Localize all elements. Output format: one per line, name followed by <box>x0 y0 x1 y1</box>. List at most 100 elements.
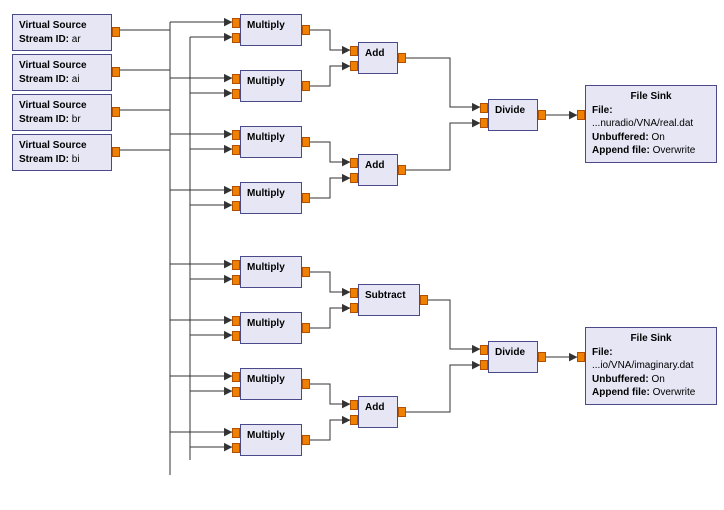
file-label: File: <box>592 347 613 358</box>
stream-id-value: ai <box>72 74 80 85</box>
unbuffered-value: On <box>651 374 664 385</box>
port-in[interactable] <box>232 387 240 397</box>
port-in[interactable] <box>232 186 240 196</box>
port-out[interactable] <box>112 67 120 77</box>
port-in[interactable] <box>350 61 358 71</box>
block-title: Multiply <box>247 187 295 201</box>
port-out[interactable] <box>538 110 546 120</box>
block-title: Multiply <box>247 261 295 275</box>
block-title: Subtract <box>365 289 413 303</box>
multiply-block[interactable]: Multiply <box>240 70 302 102</box>
port-in[interactable] <box>232 316 240 326</box>
port-out[interactable] <box>398 407 406 417</box>
block-title: Divide <box>495 104 531 118</box>
port-in[interactable] <box>350 158 358 168</box>
add-block[interactable]: Add <box>358 396 398 428</box>
block-title: Multiply <box>247 75 295 89</box>
port-out[interactable] <box>302 379 310 389</box>
port-in[interactable] <box>350 415 358 425</box>
append-label: Append file: <box>592 145 650 156</box>
port-out[interactable] <box>302 267 310 277</box>
virtual-source-bi[interactable]: Virtual Source Stream ID: bi <box>12 134 112 171</box>
block-title: Divide <box>495 346 531 360</box>
virtual-source-ai[interactable]: Virtual Source Stream ID: ai <box>12 54 112 91</box>
multiply-block[interactable]: Multiply <box>240 256 302 288</box>
stream-id-value: ar <box>72 34 81 45</box>
block-title: Multiply <box>247 429 295 443</box>
port-in[interactable] <box>232 443 240 453</box>
block-title: Add <box>365 159 391 173</box>
port-in[interactable] <box>480 360 488 370</box>
multiply-block[interactable]: Multiply <box>240 368 302 400</box>
port-in[interactable] <box>232 201 240 211</box>
add-block[interactable]: Add <box>358 154 398 186</box>
port-in[interactable] <box>480 103 488 113</box>
port-out[interactable] <box>302 435 310 445</box>
port-in[interactable] <box>232 260 240 270</box>
block-title: Virtual Source <box>19 99 105 113</box>
port-in[interactable] <box>350 288 358 298</box>
port-in[interactable] <box>350 400 358 410</box>
port-out[interactable] <box>420 295 428 305</box>
port-out[interactable] <box>302 193 310 203</box>
port-in[interactable] <box>350 46 358 56</box>
multiply-block[interactable]: Multiply <box>240 182 302 214</box>
stream-id-label: Stream ID: <box>19 154 69 165</box>
multiply-block[interactable]: Multiply <box>240 14 302 46</box>
port-out[interactable] <box>112 27 120 37</box>
divide-block[interactable]: Divide <box>488 99 538 131</box>
block-title: Multiply <box>247 373 295 387</box>
port-out[interactable] <box>112 107 120 117</box>
port-out[interactable] <box>538 352 546 362</box>
port-in[interactable] <box>232 130 240 140</box>
port-in[interactable] <box>232 428 240 438</box>
port-in[interactable] <box>577 110 585 120</box>
append-value: Overwrite <box>653 387 696 398</box>
subtract-block[interactable]: Subtract <box>358 284 420 316</box>
block-title: Virtual Source <box>19 19 105 33</box>
port-out[interactable] <box>398 165 406 175</box>
port-out[interactable] <box>302 137 310 147</box>
port-out[interactable] <box>302 323 310 333</box>
port-in[interactable] <box>480 345 488 355</box>
add-block[interactable]: Add <box>358 42 398 74</box>
file-label: File: <box>592 105 613 116</box>
block-title: Add <box>365 47 391 61</box>
block-title: Multiply <box>247 131 295 145</box>
port-in[interactable] <box>232 33 240 43</box>
block-title: Multiply <box>247 19 295 33</box>
multiply-block[interactable]: Multiply <box>240 126 302 158</box>
stream-id-label: Stream ID: <box>19 74 69 85</box>
multiply-block[interactable]: Multiply <box>240 424 302 456</box>
port-in[interactable] <box>350 303 358 313</box>
multiply-block[interactable]: Multiply <box>240 312 302 344</box>
port-in[interactable] <box>577 352 585 362</box>
stream-id-label: Stream ID: <box>19 34 69 45</box>
port-in[interactable] <box>350 173 358 183</box>
port-out[interactable] <box>302 81 310 91</box>
port-in[interactable] <box>232 275 240 285</box>
port-in[interactable] <box>480 118 488 128</box>
block-title: Add <box>365 401 391 415</box>
port-in[interactable] <box>232 18 240 28</box>
file-value: ...io/VNA/imaginary.dat <box>592 360 694 371</box>
virtual-source-ar[interactable]: Virtual Source Stream ID: ar <box>12 14 112 51</box>
block-title: Virtual Source <box>19 139 105 153</box>
port-out[interactable] <box>398 53 406 63</box>
port-in[interactable] <box>232 331 240 341</box>
port-in[interactable] <box>232 372 240 382</box>
port-in[interactable] <box>232 145 240 155</box>
file-sink-real[interactable]: File Sink File: ...nuradio/VNA/real.dat … <box>585 85 717 163</box>
stream-id-value: bi <box>72 154 80 165</box>
virtual-source-br[interactable]: Virtual Source Stream ID: br <box>12 94 112 131</box>
port-in[interactable] <box>232 89 240 99</box>
port-out[interactable] <box>112 147 120 157</box>
port-in[interactable] <box>232 74 240 84</box>
unbuffered-value: On <box>651 132 664 143</box>
port-out[interactable] <box>302 25 310 35</box>
block-title: File Sink <box>592 90 710 104</box>
file-sink-imaginary[interactable]: File Sink File: ...io/VNA/imaginary.dat … <box>585 327 717 405</box>
append-label: Append file: <box>592 387 650 398</box>
append-value: Overwrite <box>653 145 696 156</box>
divide-block[interactable]: Divide <box>488 341 538 373</box>
